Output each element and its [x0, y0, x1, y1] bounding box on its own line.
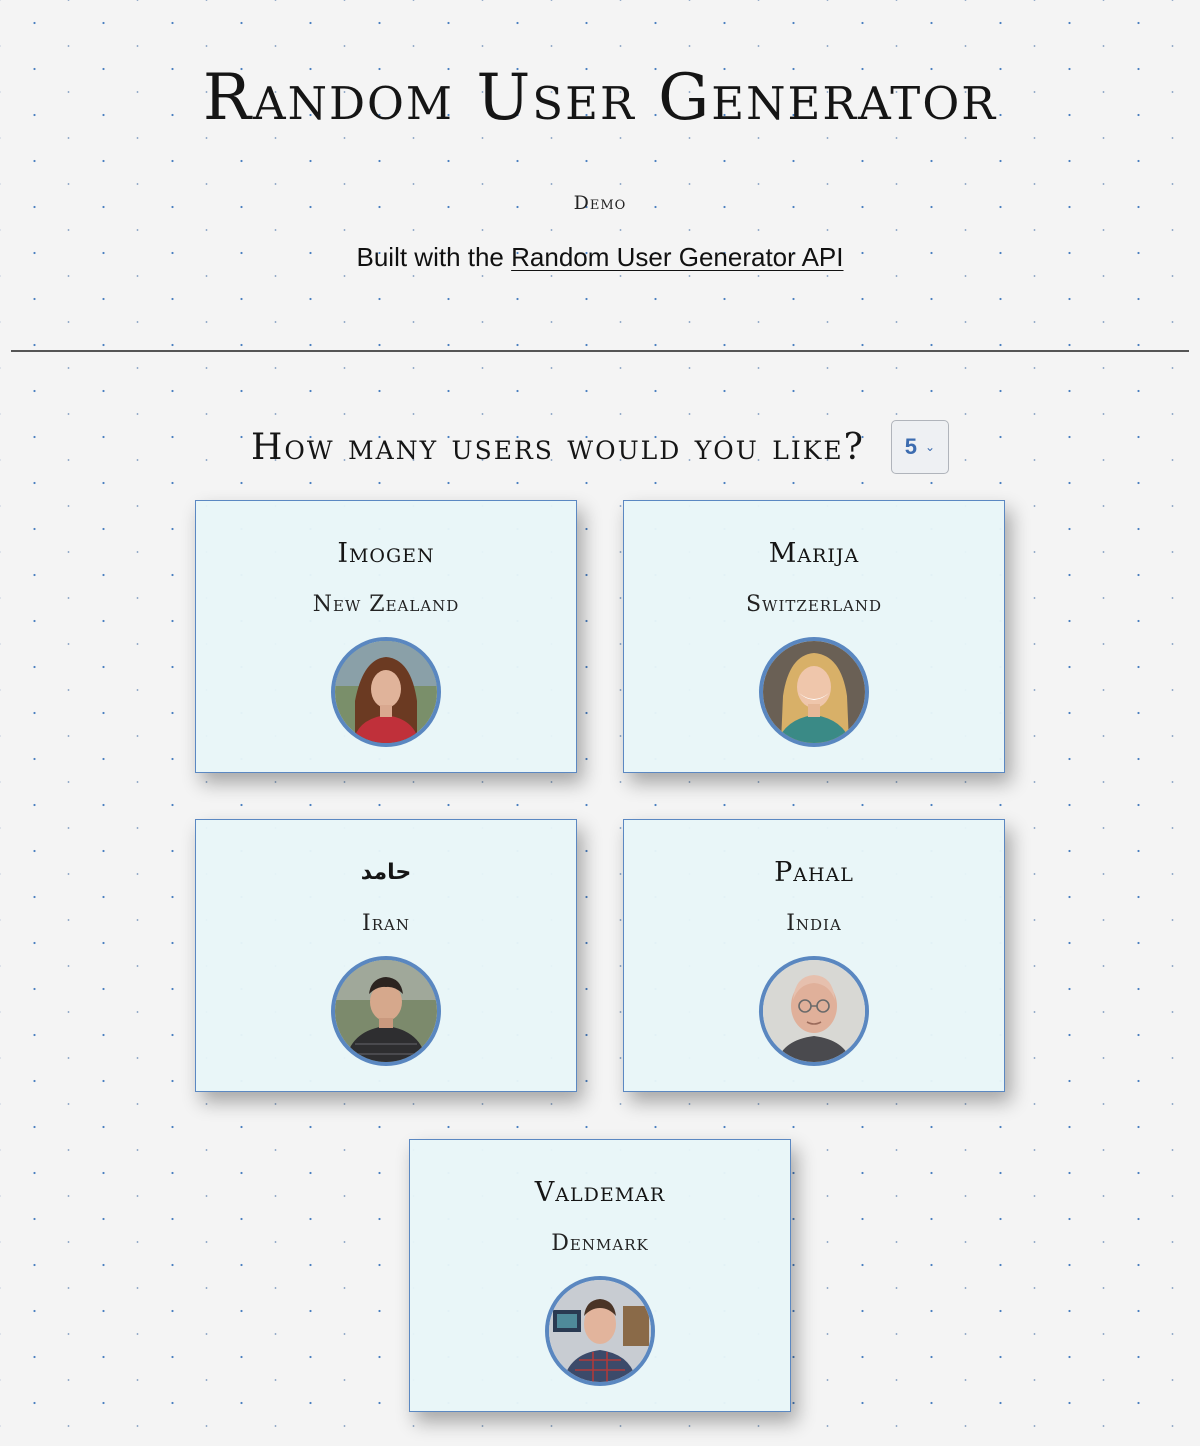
man-short-hair-office-avatar-icon: [549, 1280, 651, 1382]
header-divider: [11, 350, 1189, 352]
man-dark-hair-jacket-avatar-icon: [335, 960, 437, 1062]
user-count-row: How many users would you like? 5 ⌄: [0, 420, 1200, 474]
user-avatar: [545, 1276, 655, 1386]
chevron-down-icon: ⌄: [925, 440, 936, 454]
user-card: Imogen New Zealand: [195, 500, 577, 773]
built-with-prefix: Built with the: [356, 242, 504, 272]
user-name: Marija: [768, 538, 860, 569]
user-card: Valdemar Denmark: [409, 1139, 791, 1412]
user-avatar: [759, 956, 869, 1066]
user-country: India: [786, 911, 842, 936]
built-with-line: Built with the Random User Generator API: [0, 242, 1200, 273]
man-bald-glasses-avatar-icon: [763, 960, 865, 1062]
user-count-question: How many users would you like?: [251, 426, 865, 468]
api-link[interactable]: Random User Generator API: [511, 242, 843, 272]
user-country: Switzerland: [745, 592, 883, 617]
user-country: Iran: [362, 911, 410, 936]
page-header: Random User Generator Demo Built with th…: [0, 0, 1200, 273]
woman-long-hair-avatar-icon: [335, 641, 437, 743]
user-avatar: [759, 637, 869, 747]
user-count-value: 5: [904, 434, 918, 459]
user-avatar: [331, 637, 441, 747]
woman-blonde-avatar-icon: [763, 641, 865, 743]
user-count-select[interactable]: 5 ⌄: [890, 420, 949, 474]
user-name: Pahal: [774, 857, 854, 888]
user-country: New Zealand: [312, 592, 460, 617]
user-name: Imogen: [337, 538, 435, 569]
user-card: Marija Switzerland: [623, 500, 1005, 773]
user-card: Pahal India: [623, 819, 1005, 1092]
user-avatar: [331, 956, 441, 1066]
site-title: Random User Generator: [202, 61, 998, 135]
user-name: Valdemar: [534, 1177, 666, 1208]
user-card: حامد Iran: [195, 819, 577, 1092]
user-name: حامد: [360, 860, 412, 885]
demo-label: Demo: [573, 192, 627, 214]
user-country: Denmark: [551, 1231, 649, 1256]
